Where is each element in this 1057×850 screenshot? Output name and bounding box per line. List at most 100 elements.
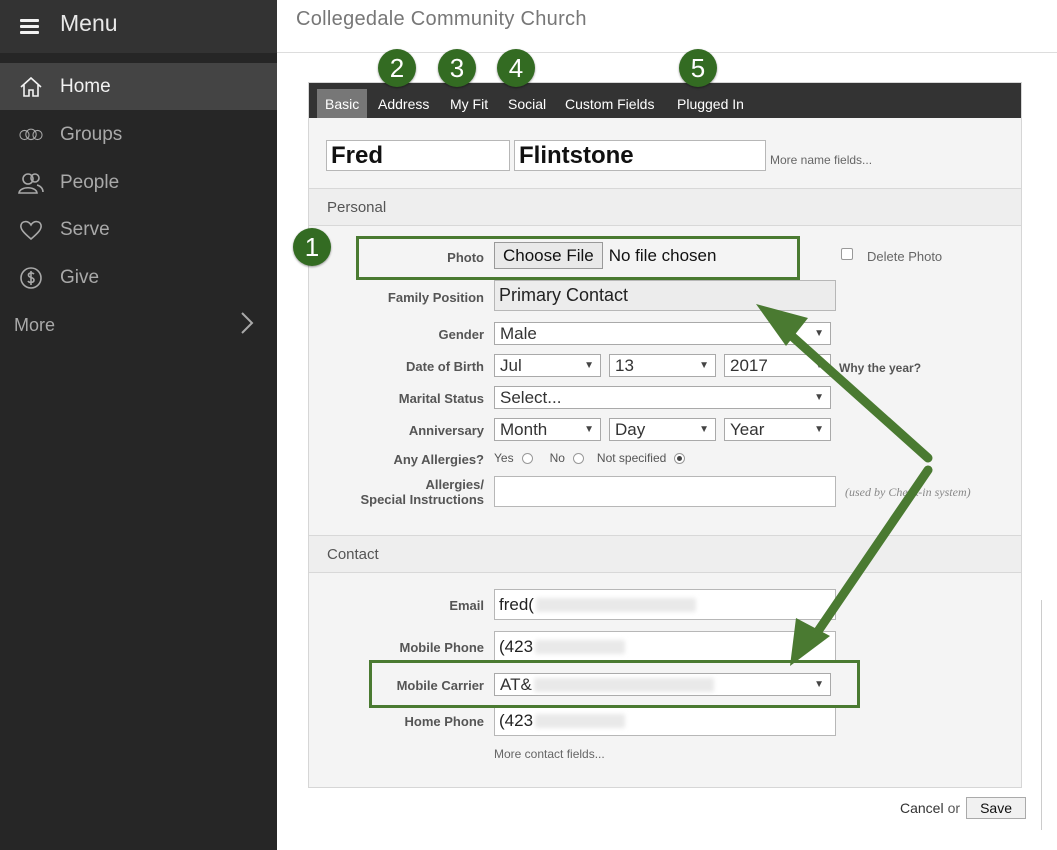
delete-photo-checkbox[interactable] <box>841 248 853 260</box>
anniversary-month-value: Month <box>500 419 548 439</box>
hamburger-icon[interactable] <box>20 19 39 34</box>
redacted-text <box>535 597 696 612</box>
delete-photo-label: Delete Photo <box>867 249 943 264</box>
sidebar-item-people[interactable]: People <box>0 159 277 206</box>
anniversary-day-select[interactable]: Day ▼ <box>609 418 716 441</box>
or-text: or <box>947 800 961 816</box>
groups-icon <box>18 122 44 148</box>
allergies-instructions-input[interactable] <box>494 476 836 507</box>
allergy-no-label: No <box>549 451 565 465</box>
sidebar-item-more[interactable]: More <box>14 311 254 340</box>
allergy-yes-radio[interactable] <box>521 452 533 464</box>
cancel-link[interactable]: Cancel <box>900 800 944 816</box>
gender-select[interactable]: Male ▼ <box>494 322 831 345</box>
section-personal: Personal <box>309 188 1021 226</box>
sidebar-item-home[interactable]: Home <box>0 63 277 110</box>
anniversary-label: Anniversary <box>408 423 484 438</box>
sidebar-item-serve[interactable]: Serve <box>0 206 277 253</box>
anniversary-year-select[interactable]: Year ▼ <box>724 418 831 441</box>
home-icon <box>18 74 44 100</box>
email-input[interactable]: fred( <box>494 589 836 620</box>
dob-day-value: 13 <box>615 355 634 375</box>
dropdown-arrow-icon: ▼ <box>584 424 594 435</box>
more-label: More <box>14 314 56 335</box>
marital-status-value: Select... <box>500 387 562 407</box>
dob-year-value: 2017 <box>730 355 768 375</box>
gender-value: Male <box>500 323 537 343</box>
heart-icon <box>18 217 44 243</box>
sidebar-item-label: People <box>60 171 120 193</box>
people-icon <box>18 170 44 196</box>
anniversary-year-value: Year <box>730 419 765 439</box>
first-name-input[interactable]: Fred <box>326 140 510 171</box>
page-title: Collegedale Community Church <box>296 8 587 30</box>
tab-plugged-in[interactable]: Plugged In <box>669 89 752 118</box>
allergy-not-specified-radio[interactable] <box>674 452 686 464</box>
dropdown-arrow-icon: ▼ <box>584 360 594 371</box>
mobile-phone-value: (423 <box>499 636 534 656</box>
last-name-input[interactable]: Flintstone <box>514 140 766 171</box>
sidebar-item-label: Serve <box>60 218 110 240</box>
redacted-text <box>535 713 626 728</box>
sidebar-item-label: Give <box>60 266 100 288</box>
home-phone-input[interactable]: (423 <box>494 705 836 736</box>
gender-label: Gender <box>438 327 484 342</box>
anniversary-month-select[interactable]: Month ▼ <box>494 418 601 441</box>
dropdown-arrow-icon: ▼ <box>814 392 824 403</box>
dropdown-arrow-icon: ▼ <box>699 360 709 371</box>
menu-label: Menu <box>60 10 118 36</box>
sidebar-item-label: Home <box>60 75 111 97</box>
allergies-instructions-label-line-2: Special Instructions <box>360 492 484 507</box>
family-position-label: Family Position <box>387 290 484 305</box>
callout-3: 3 <box>438 49 476 87</box>
dropdown-arrow-icon: ▼ <box>814 360 824 371</box>
sidebar-item-groups[interactable]: Groups <box>0 111 277 158</box>
email-label: Email <box>449 598 484 613</box>
dob-month-select[interactable]: Jul ▼ <box>494 354 601 377</box>
checkin-note: (used by Check-in system) <box>845 485 971 499</box>
dob-year-select[interactable]: 2017 ▼ <box>724 354 831 377</box>
sidebar-item-give[interactable]: Give <box>0 254 277 301</box>
allergies-instructions-label: Allergies/ Special Instructions <box>284 477 484 507</box>
allergy-not-specified-label: Not specified <box>596 451 667 465</box>
redacted-text <box>535 639 626 654</box>
marital-status-label: Marital Status <box>398 391 484 406</box>
more-contact-fields-link[interactable]: More contact fields... <box>494 747 605 761</box>
more-name-fields-link[interactable]: More name fields... <box>770 153 872 167</box>
dob-month-value: Jul <box>500 355 522 375</box>
sidebar-item-label: Groups <box>60 123 123 145</box>
tab-custom-fields[interactable]: Custom Fields <box>557 89 662 118</box>
sidebar: Menu Home Groups People Serve Give More <box>0 0 277 850</box>
mobile-phone-input[interactable]: (423 <box>494 631 836 662</box>
dob-day-select[interactable]: 13 ▼ <box>609 354 716 377</box>
dropdown-arrow-icon: ▼ <box>699 424 709 435</box>
tab-my-fit[interactable]: My Fit <box>442 89 496 118</box>
home-phone-label: Home Phone <box>404 714 484 729</box>
allergies-instructions-label-line-1: Allergies/ <box>425 477 484 492</box>
menu-header[interactable]: Menu <box>0 0 277 53</box>
tab-basic[interactable]: Basic <box>317 89 368 118</box>
section-contact: Contact <box>309 535 1021 573</box>
callout-2: 2 <box>378 49 416 87</box>
tab-address[interactable]: Address <box>370 89 437 118</box>
callout-4: 4 <box>497 49 535 87</box>
allergy-no-radio[interactable] <box>572 452 584 464</box>
mobile-phone-label: Mobile Phone <box>399 640 485 655</box>
save-button[interactable]: Save <box>966 797 1027 819</box>
why-the-year-link[interactable]: Why the year? <box>839 361 921 375</box>
scrollbar-track[interactable] <box>1041 600 1042 830</box>
dropdown-arrow-icon: ▼ <box>814 424 824 435</box>
dropdown-arrow-icon: ▼ <box>814 328 824 339</box>
dollar-icon <box>18 265 44 291</box>
callout-5: 5 <box>679 49 717 87</box>
chevron-right-icon <box>240 311 254 340</box>
anniversary-day-value: Day <box>615 419 646 439</box>
tab-social[interactable]: Social <box>500 89 554 118</box>
home-phone-value: (423 <box>499 710 534 730</box>
allergy-yes-label: Yes <box>494 451 514 465</box>
callout-1: 1 <box>293 228 331 266</box>
top-bar: Collegedale Community Church <box>277 0 1057 53</box>
allergies-label: Any Allergies? <box>393 452 484 467</box>
form-actions: Cancel or Save <box>900 797 1027 819</box>
marital-status-select[interactable]: Select... ▼ <box>494 386 831 409</box>
